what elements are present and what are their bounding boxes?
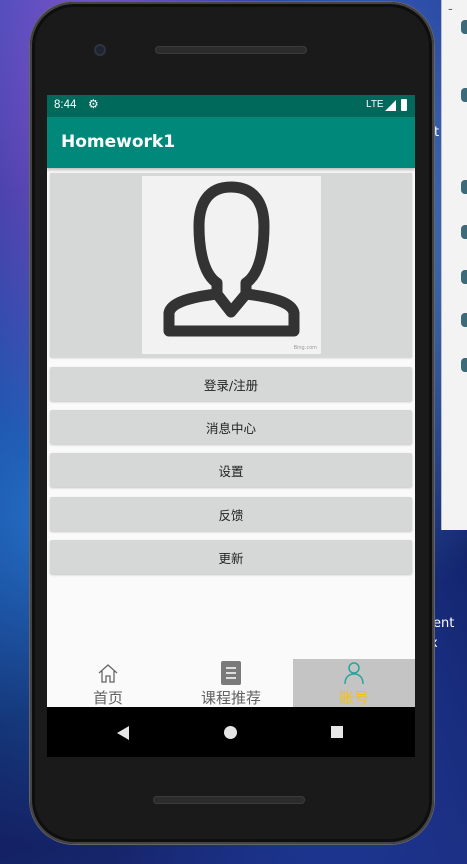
side-tool-icon[interactable]	[461, 180, 467, 194]
window-minimize[interactable]: -	[448, 2, 453, 17]
network-type: LTE	[366, 99, 384, 110]
side-tool-icon[interactable]	[461, 270, 467, 284]
home-icon	[98, 664, 118, 683]
back-icon[interactable]	[117, 726, 129, 740]
gear-icon: ⚙	[88, 97, 99, 111]
nav-tab-label: 首页	[92, 689, 123, 707]
home-circle-icon[interactable]	[224, 726, 237, 739]
nav-tab-label: 账号	[338, 689, 369, 707]
avatar[interactable]: Bing.com	[142, 176, 321, 354]
app-bar: Homework1	[47, 117, 415, 168]
system-nav-bar	[47, 707, 415, 757]
desktop-peek-text: t	[434, 125, 440, 140]
nav-tab-label: 课程推荐	[200, 689, 261, 707]
battery-icon	[401, 99, 407, 111]
message-center-button[interactable]: 消息中心	[50, 410, 412, 444]
nav-tab-account[interactable]: 账号	[293, 659, 415, 707]
side-tool-icon[interactable]	[461, 225, 467, 239]
status-bar: 8:44 ⚙ LTE	[47, 95, 415, 117]
nav-tab-home[interactable]: 首页	[47, 659, 169, 707]
side-tool-icon[interactable]	[461, 88, 467, 102]
bottom-speaker	[153, 796, 305, 804]
login-register-button[interactable]: 登录/注册	[50, 367, 412, 401]
status-time: 8:44	[54, 99, 77, 111]
front-camera	[94, 44, 106, 56]
side-tool-icon[interactable]	[461, 313, 467, 327]
update-button[interactable]: 更新	[50, 540, 412, 574]
side-window[interactable]: -	[441, 0, 467, 530]
app-title: Homework1	[61, 132, 176, 152]
recent-apps-icon[interactable]	[331, 726, 343, 738]
person-icon	[344, 662, 364, 685]
top-speaker	[155, 46, 307, 54]
avatar-panel: Bing.com	[50, 173, 412, 357]
side-tool-icon[interactable]	[461, 20, 467, 34]
image-watermark: Bing.com	[293, 345, 317, 351]
settings-button[interactable]: 设置	[50, 453, 412, 487]
bottom-navigation: 首页 课程推荐 账号	[47, 659, 415, 707]
signal-icon	[385, 100, 396, 111]
feedback-button[interactable]: 反馈	[50, 497, 412, 531]
document-icon	[221, 661, 241, 685]
nav-tab-courses[interactable]: 课程推荐	[170, 659, 292, 707]
app-screen: 8:44 ⚙ LTE Homework1 Bing.com 登录/注册 消息中心…	[47, 95, 415, 707]
user-avatar-icon	[163, 181, 300, 337]
desktop-peek-text: ent	[433, 616, 455, 631]
side-tool-icon[interactable]	[461, 358, 467, 372]
